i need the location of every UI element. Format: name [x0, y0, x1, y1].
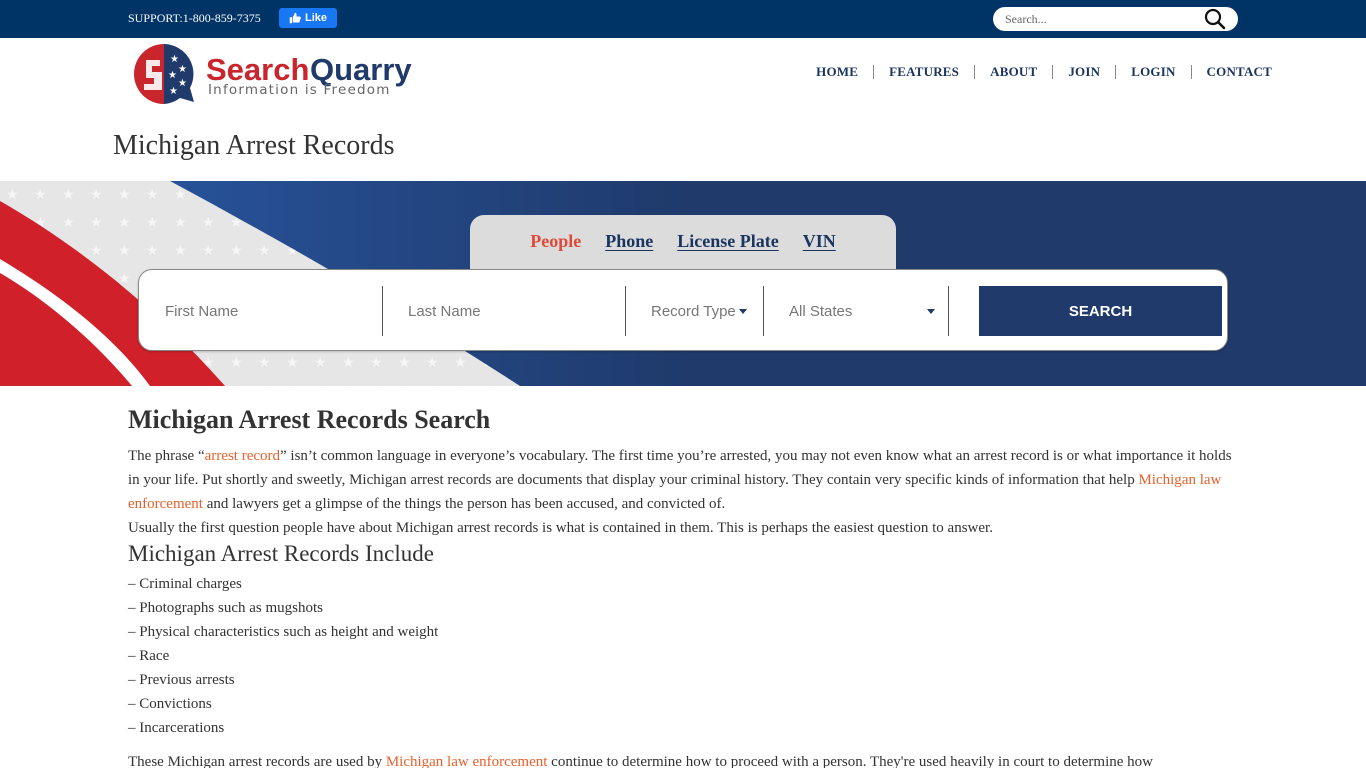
- thumbs-up-icon: [289, 12, 301, 24]
- record-type-select[interactable]: Record Type: [651, 286, 761, 336]
- text: These Michigan arrest records are used b…: [128, 754, 386, 768]
- tab-vin[interactable]: VIN: [803, 231, 836, 252]
- svg-text:★: ★: [168, 70, 177, 81]
- record-type-label: Record Type: [651, 302, 736, 320]
- main-nav: HOME FEATURES ABOUT JOIN LOGIN CONTACT: [801, 64, 1272, 80]
- last-name-input[interactable]: [408, 302, 618, 320]
- chevron-down-icon: [738, 308, 747, 314]
- field-divider: [382, 286, 383, 336]
- field-divider: [625, 286, 626, 336]
- page-title: Michigan Arrest Records: [113, 130, 395, 161]
- field-divider: [948, 286, 949, 336]
- logo-tagline: Information is Freedom: [208, 82, 391, 98]
- facebook-like-button[interactable]: Like: [279, 8, 337, 28]
- intro-paragraph: The phrase “arrest record” isn’t common …: [128, 444, 1238, 516]
- svg-text:★: ★: [178, 64, 187, 75]
- list-item: – Incarcerations: [128, 720, 225, 736]
- list-item: – Previous arrests: [128, 672, 235, 688]
- nav-contact[interactable]: CONTACT: [1192, 64, 1272, 80]
- searchquarry-logo[interactable]: ★ ★ ★ ★ ★ Search Quarry Information is F…: [128, 40, 428, 110]
- tab-license-plate[interactable]: License Plate: [677, 231, 778, 252]
- top-search-box: [993, 7, 1238, 31]
- includes-heading: Michigan Arrest Records Include: [128, 541, 434, 566]
- michigan-law-enforcement-link-2[interactable]: Michigan law enforcement: [386, 754, 548, 768]
- text: ” isn’t common language in everyone’s vo…: [128, 448, 1232, 488]
- field-divider: [763, 286, 764, 336]
- like-label: Like: [304, 12, 327, 24]
- article-heading: Michigan Arrest Records Search: [128, 405, 491, 434]
- question-paragraph: Usually the first question people have a…: [128, 520, 993, 536]
- state-select-label: All States: [789, 302, 853, 320]
- list-item: – Convictions: [128, 696, 212, 712]
- search-icon[interactable]: [1203, 8, 1227, 30]
- usage-paragraph: These Michigan arrest records are used b…: [128, 750, 1238, 768]
- article-content: Michigan Arrest Records Search The phras…: [128, 404, 1238, 768]
- text: The phrase “: [128, 448, 205, 464]
- people-search-form: Record Type All States SEARCH: [138, 269, 1228, 351]
- search-button[interactable]: SEARCH: [979, 286, 1222, 336]
- tab-people[interactable]: People: [530, 231, 581, 252]
- nav-login[interactable]: LOGIN: [1116, 64, 1190, 80]
- support-phone: SUPPORT:1-800-859-7375: [128, 11, 261, 25]
- arrest-record-link[interactable]: arrest record: [205, 448, 280, 464]
- nav-join[interactable]: JOIN: [1053, 64, 1115, 80]
- svg-text:★: ★: [169, 86, 178, 97]
- text: and lawyers get a glimpse of the things …: [202, 496, 726, 512]
- first-name-input[interactable]: [165, 302, 375, 320]
- chevron-down-icon: [927, 308, 935, 314]
- list-item: – Photographs such as mugshots: [128, 600, 323, 616]
- logo-emblem-icon: ★ ★ ★ ★ ★: [134, 44, 194, 104]
- svg-text:★: ★: [178, 78, 187, 89]
- list-item: – Criminal charges: [128, 576, 242, 592]
- list-item: – Race: [128, 648, 170, 664]
- list-item: – Physical characteristics such as heigh…: [128, 624, 439, 640]
- top-bar: SUPPORT:1-800-859-7375 Like: [0, 0, 1366, 38]
- text: continue to determine how to proceed wit…: [547, 754, 1154, 768]
- includes-list: – Criminal charges – Photographs such as…: [128, 572, 1238, 740]
- search-tabs: People Phone License Plate VIN: [470, 215, 896, 271]
- nav-features[interactable]: FEATURES: [874, 64, 974, 80]
- top-search-input[interactable]: [1005, 10, 1195, 28]
- state-select[interactable]: All States: [789, 286, 935, 336]
- tab-phone[interactable]: Phone: [605, 231, 653, 252]
- nav-home[interactable]: HOME: [801, 64, 873, 80]
- nav-about[interactable]: ABOUT: [975, 64, 1052, 80]
